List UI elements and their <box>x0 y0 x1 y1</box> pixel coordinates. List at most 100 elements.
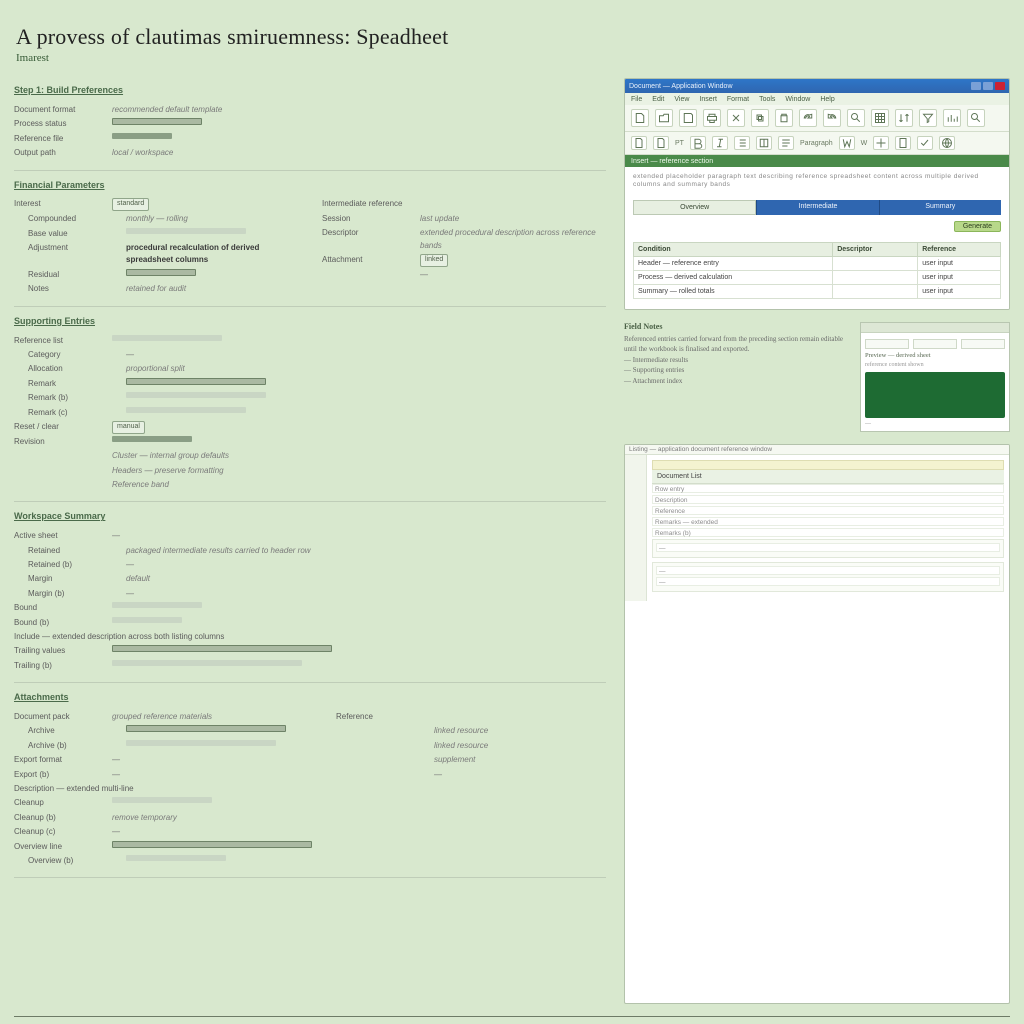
menu-item[interactable]: File <box>631 96 642 103</box>
list-item[interactable]: Remarks (b) <box>652 528 1004 537</box>
sp-icon[interactable] <box>873 136 889 150</box>
field-label: Trailing (b) <box>14 660 104 672</box>
menu-bar[interactable]: File Edit View Insert Format Tools Window Help <box>625 93 1009 105</box>
w-icon[interactable] <box>839 136 855 150</box>
section-heading: Step 1: Build Preferences <box>14 84 606 98</box>
ital-icon[interactable] <box>712 136 728 150</box>
menu-item[interactable]: Tools <box>759 96 775 103</box>
redo-icon[interactable] <box>823 109 841 127</box>
txt-icon[interactable] <box>778 136 794 150</box>
tab-overview[interactable]: Overview <box>633 200 756 215</box>
list-item[interactable]: Remarks — extended <box>652 517 1004 526</box>
field-row: Include — extended description across bo… <box>14 631 332 643</box>
list-item[interactable]: — <box>656 577 1000 586</box>
menu-item[interactable]: Window <box>785 96 810 103</box>
doc-table: ConditionDescriptorReferenceHeader — ref… <box>633 242 1001 299</box>
field-label: Cleanup <box>14 797 104 809</box>
field-value: — <box>420 269 428 281</box>
field-value: retained for audit <box>126 283 186 295</box>
pg-icon[interactable] <box>895 136 911 150</box>
print-icon[interactable] <box>703 109 721 127</box>
ribbon-primary[interactable] <box>625 105 1009 132</box>
thumb-col <box>961 339 1005 349</box>
value-bar-icon <box>112 645 332 652</box>
left-listing: Step 1: Build PreferencesDocument format… <box>14 78 606 1004</box>
field-value: recommended default template <box>112 104 222 116</box>
table-row: Summary — rolled totalsuser input <box>634 284 1001 298</box>
zoom-icon[interactable] <box>847 109 865 127</box>
value-bar-icon <box>112 602 202 608</box>
field-label: Reference list <box>14 335 104 347</box>
tab-intermediate[interactable]: Intermediate <box>756 200 878 215</box>
listing-sidebar[interactable] <box>625 455 647 601</box>
field-row: Reference band <box>14 479 298 491</box>
ribbon-label: W <box>861 140 868 147</box>
gl-icon[interactable] <box>939 136 955 150</box>
field-row: Process status <box>14 118 298 130</box>
page-subtitle: Imarest <box>14 52 1010 78</box>
copy-icon[interactable] <box>751 109 769 127</box>
list-item[interactable]: Reference <box>652 506 1004 515</box>
ribbon-secondary[interactable]: PTParagraphW <box>625 132 1009 155</box>
field-label: Active sheet <box>14 530 104 542</box>
generate-button[interactable]: Generate <box>954 221 1001 232</box>
right-column: Document — Application Window FileEditVi… <box>624 78 1010 1004</box>
field-row: Compoundedmonthly — rolling <box>14 213 298 225</box>
ul-icon[interactable] <box>734 136 750 150</box>
new-icon[interactable] <box>631 109 649 127</box>
minimize-icon[interactable] <box>971 82 981 90</box>
field-row: supplement <box>336 754 606 766</box>
undo-icon[interactable] <box>799 109 817 127</box>
cut-icon[interactable] <box>727 109 745 127</box>
thumb-col <box>913 339 957 349</box>
bold-icon[interactable] <box>690 136 706 150</box>
list-item[interactable]: — <box>656 543 1000 552</box>
filter-icon[interactable] <box>919 109 937 127</box>
field-value: — <box>126 349 134 361</box>
pdf-icon[interactable] <box>653 136 669 150</box>
field-row: Description — extended multi-line <box>14 783 312 795</box>
menu-item[interactable]: Help <box>820 96 834 103</box>
value-bar-icon <box>112 118 202 125</box>
maximize-icon[interactable] <box>983 82 993 90</box>
ok-icon[interactable] <box>917 136 933 150</box>
tag-badge: manual <box>112 421 145 434</box>
field-row: Base value <box>14 228 298 240</box>
thumb-columns <box>865 339 1005 349</box>
paste-icon[interactable] <box>775 109 793 127</box>
tag-badge: linked <box>420 254 448 267</box>
grid-icon[interactable] <box>871 109 889 127</box>
window-buttons[interactable] <box>971 82 1005 90</box>
find-icon[interactable] <box>967 109 985 127</box>
close-icon[interactable] <box>995 82 1005 90</box>
list-item[interactable]: Description <box>652 495 1004 504</box>
note-line: — Intermediate results <box>624 355 852 366</box>
table-row: Header — reference entryuser input <box>634 256 1001 270</box>
col-icon[interactable] <box>756 136 772 150</box>
listing-heading: Document List <box>652 470 1004 484</box>
tab-summary[interactable]: Summary <box>879 200 1001 215</box>
open-icon[interactable] <box>655 109 673 127</box>
menu-item[interactable]: Edit <box>652 96 664 103</box>
doc-icon[interactable] <box>631 136 647 150</box>
menu-item[interactable]: Format <box>727 96 749 103</box>
value-bar-icon <box>126 378 266 385</box>
doc-tabs[interactable]: OverviewIntermediateSummary <box>633 200 1001 215</box>
menu-item[interactable]: View <box>674 96 689 103</box>
field-value: linked resource <box>434 725 488 737</box>
field-row: Margindefault <box>14 573 332 585</box>
save-icon[interactable] <box>679 109 697 127</box>
table-cell: user input <box>918 256 1001 270</box>
field-row: Retainedpackaged intermediate results ca… <box>14 545 332 557</box>
chart-icon[interactable] <box>943 109 961 127</box>
value-bar-icon <box>112 841 312 848</box>
sort-icon[interactable] <box>895 109 913 127</box>
list-item[interactable]: Row entry <box>652 484 1004 493</box>
menu-item[interactable]: Insert <box>699 96 717 103</box>
list-item[interactable]: — <box>656 566 1000 575</box>
field-row: Trailing values <box>14 645 332 657</box>
value-bar-icon <box>126 269 196 276</box>
field-label: Revision <box>14 436 104 448</box>
screenshot-app: Document — Application Window FileEditVi… <box>624 78 1010 310</box>
field-value: linked resource <box>434 740 488 752</box>
